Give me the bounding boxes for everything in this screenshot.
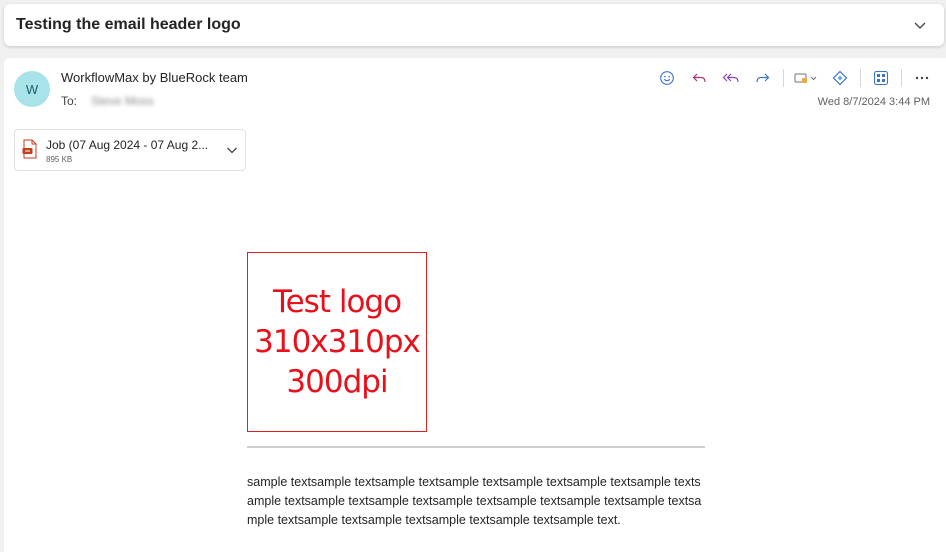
message-toolbar [651, 66, 938, 90]
subject-bar: Testing the email header logo [4, 4, 944, 46]
toolbar-divider [901, 69, 902, 87]
more-icon[interactable] [906, 66, 938, 90]
pdf-icon [22, 139, 38, 159]
header-logo-image: Test logo 310x310px 300dpi [247, 252, 427, 432]
emoji-icon[interactable] [651, 66, 683, 90]
attachment-card[interactable]: Job (07 Aug 2024 - 07 Aug 2... 895 KB [14, 129, 246, 171]
toolbar-divider [860, 69, 861, 87]
to-label: To: [61, 94, 78, 108]
divider-rule [247, 446, 705, 448]
recipient-line: To: Steve Moss [61, 94, 154, 108]
toolbar-divider [783, 69, 784, 87]
collapse-chevron-icon[interactable] [908, 13, 932, 37]
recipient-name[interactable]: Steve Moss [91, 94, 154, 108]
chevron-down-icon[interactable] [225, 143, 239, 157]
forward-icon[interactable] [747, 66, 779, 90]
reply-icon[interactable] [683, 66, 715, 90]
logo-text-line: 300dpi [286, 364, 388, 400]
avatar[interactable]: W [14, 71, 50, 107]
message-pane: W WorkflowMax by BlueRock team To: Steve… [4, 58, 946, 552]
subject-title: Testing the email header logo [16, 16, 241, 33]
attachment-name: Job (07 Aug 2024 - 07 Aug 2... [46, 138, 209, 152]
logo-text-line: Test logo [272, 284, 402, 320]
message-date: Wed 8/7/2024 3:44 PM [817, 96, 930, 108]
teams-share-icon[interactable] [788, 66, 824, 90]
reply-all-icon[interactable] [715, 66, 747, 90]
sender-name[interactable]: WorkflowMax by BlueRock team [61, 70, 248, 85]
copilot-icon[interactable] [824, 66, 856, 90]
logo-text-line: 310x310px [254, 324, 421, 360]
attachment-size: 895 KB [46, 155, 73, 164]
apps-icon[interactable] [865, 66, 897, 90]
body-text: sample textsample textsample textsample … [247, 475, 702, 527]
